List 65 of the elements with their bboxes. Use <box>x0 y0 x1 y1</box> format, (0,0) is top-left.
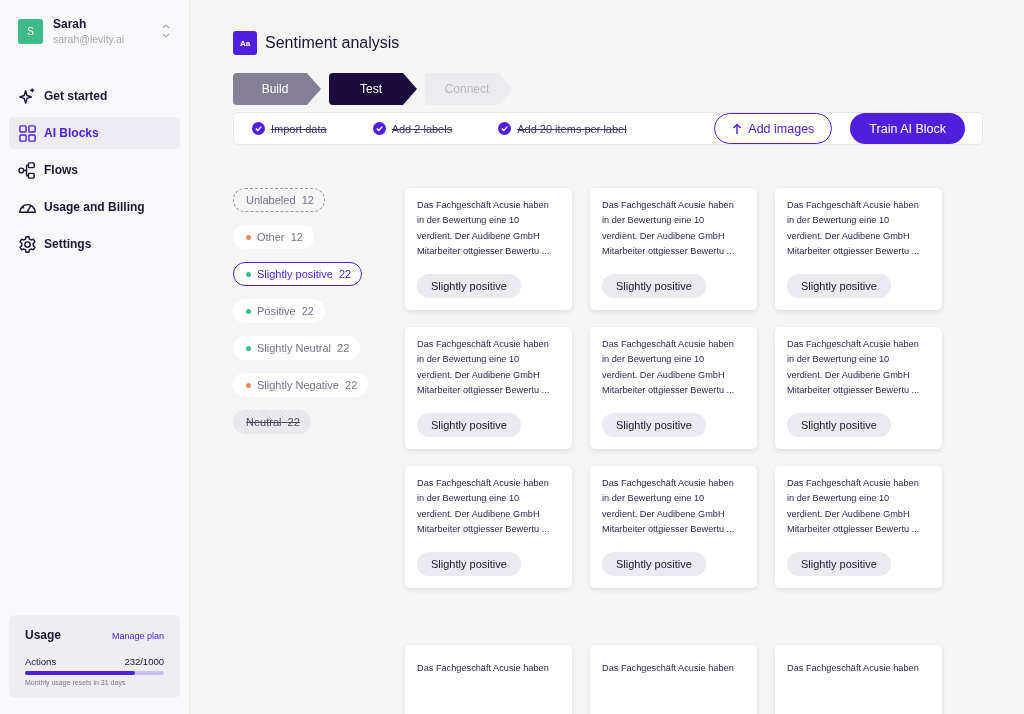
label-chip[interactable]: Slightly positive 22 <box>233 262 363 286</box>
metric-reading: 232/1000 <box>124 656 164 667</box>
card-text: Das Fachgeschäft Acusie haben in der Bewertung eine 10 verdient. Der Audibene GmbH Mitarbeiter ottgiesser Bewertu ... <box>602 338 736 397</box>
label-tag: Slightly positive <box>787 274 891 298</box>
text-card[interactable]: Das Fachgeschäft Acusie haben <box>405 645 572 714</box>
user-avatar: S <box>18 18 43 44</box>
grid-icon <box>18 123 37 143</box>
text-card[interactable]: Das Fachgeschäft Acusie haben in der Bewertung eine 10 verdient. Der Audibene GmbH Mitarbeiter ottgiesser Bewertu ... Slightly positive <box>590 466 757 588</box>
nav-item[interactable]: AI Blocks <box>9 117 180 149</box>
nav-item[interactable]: Usage and Billing <box>9 191 180 223</box>
gear-icon <box>18 234 37 254</box>
metric-label: Actions <box>25 656 57 667</box>
user-name: Sarah <box>53 17 88 31</box>
card-text: Das Fachgeschäft Acusie haben <box>787 662 920 675</box>
text-card[interactable]: Das Fachgeschäft Acusie haben in der Bewertung eine 10 verdient. Der Audibene GmbH Mitarbeiter ottgiesser Bewertu ... Slightly positive <box>590 188 757 310</box>
label-chip[interactable]: Positive 22 <box>233 299 325 323</box>
card-text: Das Fachgeschäft Acusie haben in der Bewertung eine 10 verdient. Der Audibene GmbH Mitarbeiter ottgiesser Bewertu ... <box>787 199 921 258</box>
card-text: Das Fachgeschäft Acusie haben in der Bewertung eine 10 verdient. Der Audibene GmbH Mitarbeiter ottgiesser Bewertu ... <box>787 477 921 536</box>
label-tag: Slightly positive <box>602 274 706 298</box>
text-card[interactable]: Das Fachgeschäft Acusie haben in der Bewertung eine 10 verdient. Der Audibene GmbH Mitarbeiter ottgiesser Bewertu ... Slightly positive <box>775 466 942 588</box>
card-text: Das Fachgeschäft Acusie haben in der Bewertung eine 10 verdient. Der Audibene GmbH Mitarbeiter ottgiesser Bewertu ... <box>787 338 921 397</box>
nav-item[interactable]: Flows <box>9 154 180 186</box>
checklist-item: Add 20 items per label <box>517 122 627 135</box>
card-text: Das Fachgeschäft Acusie haben in der Bewertung eine 10 verdient. Der Audibene GmbH Mitarbeiter ottgiesser Bewertu ... <box>602 477 736 536</box>
sparkle-icon <box>18 86 37 106</box>
text-card[interactable]: Das Fachgeschäft Acusie haben in der Bewertung eine 10 verdient. Der Audibene GmbH Mitarbeiter ottgiesser Bewertu ... Slightly positive <box>405 188 572 310</box>
manage-plan-link[interactable]: Manage plan <box>111 631 164 641</box>
nav-item[interactable]: Get started <box>9 80 180 112</box>
checklist-item: Import data <box>271 122 327 135</box>
label-tag: Slightly positive <box>417 274 521 298</box>
card-text: Das Fachgeschäft Acusie haben in der Bewertung eine 10 verdient. Der Audibene GmbH Mitarbeiter ottgiesser Bewertu ... <box>417 199 551 258</box>
label-chip[interactable]: Slightly Negative 22 <box>233 373 369 397</box>
label-tag: Slightly positive <box>417 413 521 437</box>
flow-icon <box>18 160 37 180</box>
card-text: Das Fachgeschäft Acusie haben in der Bewertung eine 10 verdient. Der Audibene GmbH Mitarbeiter ottgiesser Bewertu ... <box>417 338 551 397</box>
step-tab[interactable]: Test <box>329 73 417 105</box>
label-tag: Slightly positive <box>602 552 706 576</box>
label-tag: Slightly positive <box>787 413 891 437</box>
user-email: sarah@levity.ai <box>53 33 126 45</box>
card-text: Das Fachgeschäft Acusie haben in der Bewertung eine 10 verdient. Der Audibene GmbH Mitarbeiter ottgiesser Bewertu ... <box>602 199 736 258</box>
text-card[interactable]: Das Fachgeschäft Acusie haben in der Bewertung eine 10 verdient. Der Audibene GmbH Mitarbeiter ottgiesser Bewertu ... Slightly positive <box>775 327 942 449</box>
label-chip[interactable]: Other 12 <box>233 225 314 249</box>
text-card[interactable]: Das Fachgeschäft Acusie haben in der Bewertung eine 10 verdient. Der Audibene GmbH Mitarbeiter ottgiesser Bewertu ... Slightly positive <box>405 466 572 588</box>
nav-item[interactable]: Settings <box>9 228 180 260</box>
text-card[interactable]: Das Fachgeschäft Acusie haben in der Bewertung eine 10 verdient. Der Audibene GmbH Mitarbeiter ottgiesser Bewertu ... Slightly positive <box>590 327 757 449</box>
checklist-item: Add 2 labels <box>391 122 453 135</box>
add-images-button[interactable]: Add images <box>714 113 833 144</box>
step-tab[interactable]: Build <box>233 73 321 105</box>
card-text: Das Fachgeschäft Acusie haben <box>417 662 550 675</box>
page-title: Sentiment analysis <box>265 34 400 52</box>
arrow-up-icon <box>732 122 743 135</box>
train-button[interactable]: Train AI Block <box>850 113 965 144</box>
block-badge: Aa <box>233 31 257 55</box>
text-card[interactable]: Das Fachgeschäft Acusie haben <box>590 645 757 714</box>
text-card[interactable]: Das Fachgeschäft Acusie haben <box>775 645 942 714</box>
card-text: Das Fachgeschäft Acusie haben <box>602 662 735 675</box>
chevron-updown-icon[interactable] <box>161 22 171 40</box>
label-chip[interactable]: Slightly Neutral 22 <box>233 336 361 360</box>
label-tag: Slightly positive <box>417 552 521 576</box>
text-card[interactable]: Das Fachgeschäft Acusie haben in der Bewertung eine 10 verdient. Der Audibene GmbH Mitarbeiter ottgiesser Bewertu ... Slightly positive <box>775 188 942 310</box>
usage-title: Usage <box>25 628 62 642</box>
text-card[interactable]: Das Fachgeschäft Acusie haben in der Bewertung eine 10 verdient. Der Audibene GmbH Mitarbeiter ottgiesser Bewertu ... Slightly positive <box>405 327 572 449</box>
label-tag: Slightly positive <box>602 413 706 437</box>
card-text: Das Fachgeschäft Acusie haben in der Bewertung eine 10 verdient. Der Audibene GmbH Mitarbeiter ottgiesser Bewertu ... <box>417 477 551 536</box>
label-tag: Slightly positive <box>787 552 891 576</box>
